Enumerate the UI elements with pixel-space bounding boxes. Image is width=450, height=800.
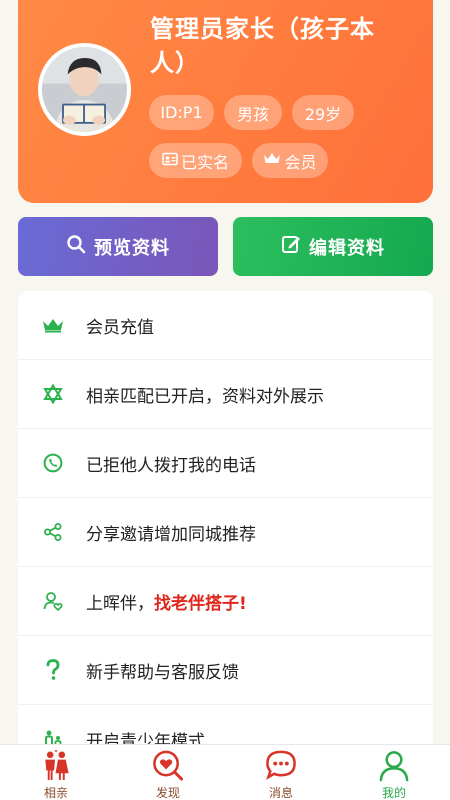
member-chip-label: 会员 — [284, 152, 317, 172]
menu-item-label: 相亲匹配已开启，资料对外展示 — [86, 386, 324, 407]
menu-item-call-blocking[interactable]: 已拒他人拨打我的电话 — [18, 429, 433, 498]
user-heart-icon — [42, 590, 64, 612]
id-chip-label: ID:P1 — [160, 103, 203, 122]
profile-icon — [379, 751, 409, 782]
preview-profile-label: 预览资料 — [94, 237, 170, 259]
couple-icon — [45, 750, 69, 781]
menu-item-membership-recharge[interactable]: 会员充值 — [18, 291, 433, 360]
menu-item-label: 会员充值 — [86, 317, 154, 338]
crown-icon — [42, 314, 64, 336]
verified-chip: 已实名 — [149, 143, 242, 178]
bottom-tab-bar: 相亲 发现 消息 我的 — [0, 744, 450, 800]
tab-label: 相亲 — [43, 786, 68, 800]
discover-icon — [153, 750, 184, 781]
menu-item-find-companion[interactable]: 上晖伴，找老伴搭子! — [18, 567, 433, 636]
phone-icon — [42, 452, 64, 474]
id-card-icon — [162, 152, 178, 170]
menu-item-label: 上晖伴，找老伴搭子! — [86, 589, 247, 614]
age-chip: 29岁 — [292, 95, 354, 130]
search-icon — [66, 234, 86, 259]
message-icon — [266, 750, 296, 780]
tab-label: 发现 — [155, 786, 180, 800]
edit-profile-button[interactable]: 编辑资料 — [233, 217, 433, 276]
tab-label: 我的 — [381, 786, 406, 800]
preview-profile-button[interactable]: 预览资料 — [18, 217, 218, 276]
verified-chip-label: 已实名 — [180, 152, 229, 172]
tab-profile[interactable]: 我的 — [338, 745, 450, 800]
tab-discover[interactable]: 发现 — [112, 745, 224, 800]
member-chip: 会员 — [252, 143, 328, 178]
avatar[interactable] — [38, 43, 131, 136]
question-icon — [42, 659, 64, 681]
edit-profile-label: 编辑资料 — [309, 237, 385, 259]
menu-item-label: 分享邀请增加同城推荐 — [86, 524, 256, 545]
menu-item-matchmaking-status[interactable]: 相亲匹配已开启，资料对外展示 — [18, 360, 433, 429]
star-of-david-icon — [42, 383, 64, 405]
menu-item-highlight: 找老伴搭子! — [154, 593, 247, 614]
gender-chip: 男孩 — [224, 95, 282, 130]
settings-menu: 会员充值 相亲匹配已开启，资料对外展示 已拒他人拨打我的电话 分享邀请增加同城推… — [18, 291, 433, 751]
menu-item-share-invite[interactable]: 分享邀请增加同城推荐 — [18, 498, 433, 567]
menu-item-label: 已拒他人拨打我的电话 — [86, 455, 256, 476]
profile-name: 管理员家长（孩子本人） — [150, 15, 375, 77]
menu-item-label: 新手帮助与客服反馈 — [86, 662, 239, 683]
avatar-image — [42, 47, 127, 132]
share-icon — [42, 521, 64, 543]
tab-matchmaking[interactable]: 相亲 — [0, 745, 112, 800]
crown-icon — [263, 152, 281, 169]
menu-item-help-feedback[interactable]: 新手帮助与客服反馈 — [18, 636, 433, 705]
age-chip-label: 29岁 — [304, 104, 342, 124]
id-chip: ID:P1 — [149, 95, 214, 130]
menu-item-label-text: 上晖伴， — [86, 593, 154, 614]
tab-label: 消息 — [268, 786, 293, 800]
tab-messages[interactable]: 消息 — [225, 745, 337, 800]
profile-card: 管理员家长（孩子本人） ID:P1 男孩 29岁 已实名 会员 — [18, 0, 433, 203]
edit-icon — [281, 234, 301, 259]
gender-chip-label: 男孩 — [236, 104, 269, 124]
